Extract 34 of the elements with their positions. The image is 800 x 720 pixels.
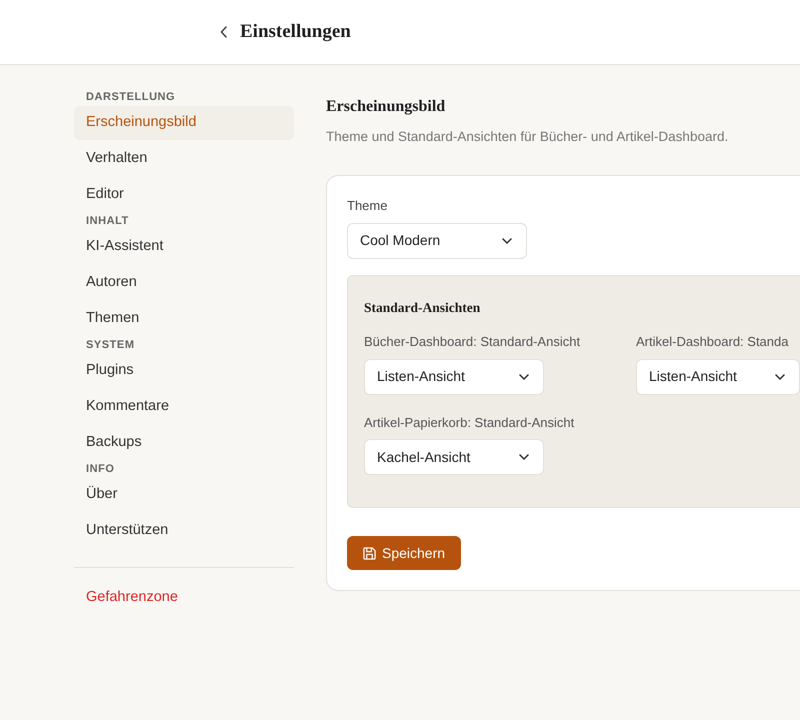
dropdown[interactable]: Listen-Ansicht <box>636 358 800 394</box>
save-button[interactable]: Speichern <box>347 536 462 570</box>
sidebar-item[interactable]: Kommentare <box>74 389 294 425</box>
section-heading: INHALT <box>85 214 130 229</box>
field-label: Theme <box>347 197 388 216</box>
sidebar-item[interactable]: KI-Assistent <box>74 229 294 265</box>
page-title: Einstellungen <box>240 20 351 44</box>
back-chevron-icon[interactable] <box>220 26 228 38</box>
field-label: Artikel-Dashboard: Standa <box>636 333 790 351</box>
sidebar-item[interactable]: Autoren <box>74 265 294 301</box>
sidebar-item[interactable]: Backups <box>74 425 294 461</box>
section-heading: INFO <box>85 462 116 477</box>
chevron-down-icon <box>775 374 785 380</box>
section-description: Theme und Standard-Ansichten für Bücher- und Artikel-Dashboard. <box>326 128 730 146</box>
field-label: Bücher-Dashboard: Standard-Ansicht <box>364 333 582 351</box>
panel-heading: Standard-Ansichten <box>364 298 482 317</box>
section-heading: DARSTELLUNG <box>85 90 176 105</box>
sidebar-item[interactable]: Verhalten <box>74 141 294 177</box>
section-heading: SYSTEM <box>85 338 136 353</box>
sidebar-item[interactable]: Plugins <box>74 353 294 389</box>
sidebar-item[interactable]: Über <box>74 477 294 513</box>
section-title: Erscheinungsbild <box>326 97 446 117</box>
dropdown[interactable]: Kachel-Ansicht <box>364 439 544 475</box>
dropdown[interactable]: Listen-Ansicht <box>364 358 544 394</box>
sidebar-item[interactable]: Editor <box>74 177 294 213</box>
danger-zone-link[interactable]: Gefahrenzone <box>74 580 294 616</box>
chevron-down-icon <box>502 238 512 244</box>
chevron-down-icon <box>519 454 529 460</box>
dropdown[interactable]: Cool Modern <box>347 222 527 259</box>
sidebar-item[interactable]: Erscheinungsbild <box>74 106 294 140</box>
sidebar-item[interactable]: Themen <box>74 301 294 337</box>
sidebar-item[interactable]: Unterstützen <box>74 513 294 549</box>
field-label: Artikel-Papierkorb: Standard-Ansicht <box>364 414 576 432</box>
chevron-down-icon <box>519 374 529 380</box>
